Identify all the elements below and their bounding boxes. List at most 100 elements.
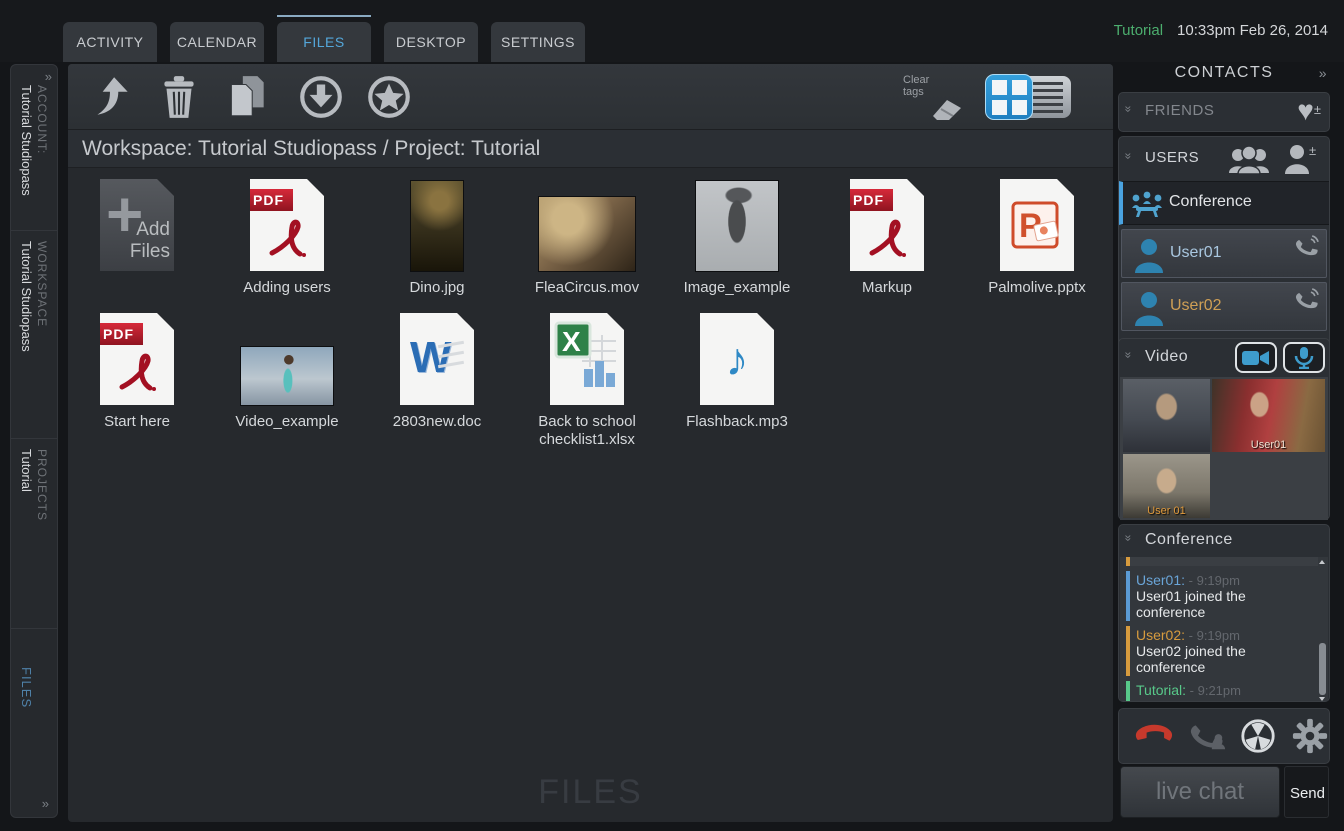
group-icon[interactable] — [1227, 145, 1271, 175]
excel-icon: X — [554, 321, 624, 401]
add-to-call-button[interactable] — [1189, 717, 1227, 755]
file-tile[interactable]: PDF Adding users — [212, 176, 362, 297]
tab-calendar[interactable]: CALENDAR — [170, 22, 264, 62]
pptx-file-icon: P — [1000, 179, 1074, 271]
svg-text:X: X — [562, 326, 581, 357]
video-thumbnail — [539, 197, 635, 271]
file-tile[interactable]: FleaCircus.mov — [512, 176, 662, 297]
image-thumbnail — [696, 181, 778, 271]
image-thumbnail — [411, 181, 463, 271]
chat-input-row: Send — [1118, 766, 1330, 822]
friends-box: » FRIENDS ♥± — [1118, 92, 1330, 132]
scroll-up-arrow[interactable] — [1319, 560, 1325, 564]
breadcrumb-bar: Workspace: Tutorial Studiopass / Project… — [68, 130, 1113, 168]
files-toolbar: Clear tags — [68, 64, 1113, 130]
user01-label: User01 — [1170, 244, 1222, 262]
file-tile[interactable]: Dino.jpg — [362, 176, 512, 297]
pdf-file-icon: PDF — [100, 313, 174, 405]
chat-collapse-icon[interactable]: » — [1121, 535, 1135, 540]
rail-section-projects[interactable]: PROJECTS Tutorial — [11, 439, 57, 629]
file-name: Palmolive.pptx — [962, 279, 1112, 297]
file-tile[interactable]: W 2803new.doc — [362, 310, 512, 431]
chat-message: User02: - 9:19pm User02 joined the confe… — [1126, 626, 1318, 676]
svg-text:±: ± — [1309, 143, 1316, 158]
user-row-user01[interactable]: User01 — [1121, 229, 1327, 278]
chat-scrollbar[interactable] — [1319, 643, 1326, 695]
chat-time: - 9:19pm — [1185, 628, 1240, 643]
file-tile[interactable]: P Palmolive.pptx — [962, 176, 1112, 297]
video-thumb-self[interactable] — [1123, 379, 1210, 452]
video-thumbnail — [241, 347, 333, 405]
trash-icon — [154, 72, 204, 122]
microphone-button[interactable] — [1283, 342, 1325, 373]
conference-chat-box: » Conference User01: - 9:19pm User01 joi… — [1118, 524, 1330, 702]
share-wheel-button[interactable] — [1239, 717, 1277, 755]
video-thumb-user01-b[interactable]: User 01 — [1123, 454, 1210, 518]
breadcrumb: Workspace: Tutorial Studiopass / Project… — [68, 137, 540, 160]
settings-gear-button[interactable] — [1291, 717, 1329, 755]
eraser-icon — [931, 96, 965, 122]
copy-button[interactable] — [222, 72, 272, 122]
scroll-down-arrow[interactable] — [1319, 697, 1325, 701]
file-tile[interactable]: X Back to school checklist1.xlsx — [512, 310, 662, 449]
tab-settings[interactable]: SETTINGS — [491, 22, 585, 62]
pdf-band: PDF — [94, 323, 143, 345]
delete-button[interactable] — [154, 72, 204, 122]
file-tile[interactable]: Video_example — [212, 310, 362, 431]
contacts-title: CONTACTS » — [1118, 64, 1330, 90]
main-tabs: ACTIVITY CALENDAR FILES DESKTOP SETTINGS — [63, 22, 585, 62]
file-tile[interactable]: PDF Start here — [62, 310, 212, 431]
clear-tags-label-1: Clear — [903, 74, 963, 86]
conference-row[interactable]: Conference — [1119, 181, 1329, 225]
clear-tags-button[interactable]: Clear tags — [903, 74, 963, 98]
users-collapse-icon[interactable]: » — [1121, 153, 1135, 158]
user-icon — [1132, 289, 1166, 327]
download-button[interactable] — [296, 72, 346, 122]
tab-activity[interactable]: ACTIVITY — [63, 22, 157, 62]
call-controls — [1118, 708, 1330, 764]
camera-button[interactable] — [1235, 342, 1277, 373]
chat-text: User02 joined the conference — [1136, 643, 1312, 675]
video-thumb-user01-a[interactable]: User01 — [1212, 379, 1325, 452]
add-files-tile[interactable]: + Add Files — [62, 176, 212, 271]
top-bar: ACTIVITY CALENDAR FILES DESKTOP SETTINGS… — [0, 0, 1344, 62]
user-row-user02[interactable]: User02 — [1121, 282, 1327, 331]
chat-message: User01: - 9:19pm User01 joined the confe… — [1126, 571, 1318, 621]
video-thumb-label: User01 — [1212, 439, 1325, 451]
tab-files[interactable]: FILES — [277, 22, 371, 62]
rail-section-files[interactable]: FILES — [11, 629, 57, 785]
hang-up-button[interactable] — [1135, 717, 1173, 755]
up-folder-button[interactable] — [86, 72, 136, 122]
rail-section-account[interactable]: ACCOUNT: Tutorial Studiopass — [11, 65, 57, 231]
grid-view-button[interactable] — [985, 74, 1033, 120]
file-name: Adding users — [212, 279, 362, 297]
file-name: Video_example — [212, 413, 362, 431]
live-chat-input[interactable] — [1120, 766, 1280, 818]
pdf-band: PDF — [844, 189, 893, 211]
music-note-icon: ♪ — [700, 313, 774, 405]
file-name: 2803new.doc — [362, 413, 512, 431]
tab-desktop[interactable]: DESKTOP — [384, 22, 478, 62]
pdf-file-icon: PDF — [250, 179, 324, 271]
file-tile[interactable]: Image_example — [662, 176, 812, 297]
video-collapse-icon[interactable]: » — [1121, 352, 1135, 357]
friends-collapse-icon[interactable]: » — [1121, 106, 1135, 111]
workspace-label: WORKSPACE — [34, 241, 50, 438]
call-icon[interactable] — [1294, 234, 1320, 260]
file-tile[interactable]: PDF Markup — [812, 176, 962, 297]
file-name: Back to school checklist1.xlsx — [512, 413, 662, 449]
contacts-title-text: CONTACTS — [1175, 64, 1274, 81]
call-icon[interactable] — [1294, 287, 1320, 313]
chat-messages: User01: - 9:19pm User01 joined the confe… — [1120, 557, 1328, 701]
rail-section-workspace[interactable]: WORKSPACE Tutorial Studiopass — [11, 231, 57, 439]
file-tile[interactable]: ♪ Flashback.mp3 — [662, 310, 812, 431]
favorite-button[interactable] — [364, 72, 414, 122]
contacts-collapse-icon[interactable]: » — [1319, 65, 1328, 81]
add-friend-button[interactable]: ♥± — [1297, 95, 1321, 127]
add-user-icon[interactable]: ± — [1283, 143, 1319, 175]
conference-icon — [1131, 190, 1163, 218]
rail-collapse-icon[interactable]: » — [42, 796, 49, 811]
file-name: Image_example — [662, 279, 812, 297]
send-button[interactable]: Send — [1284, 766, 1329, 818]
contacts-panel: CONTACTS » » FRIENDS ♥± » USERS — [1118, 64, 1330, 822]
